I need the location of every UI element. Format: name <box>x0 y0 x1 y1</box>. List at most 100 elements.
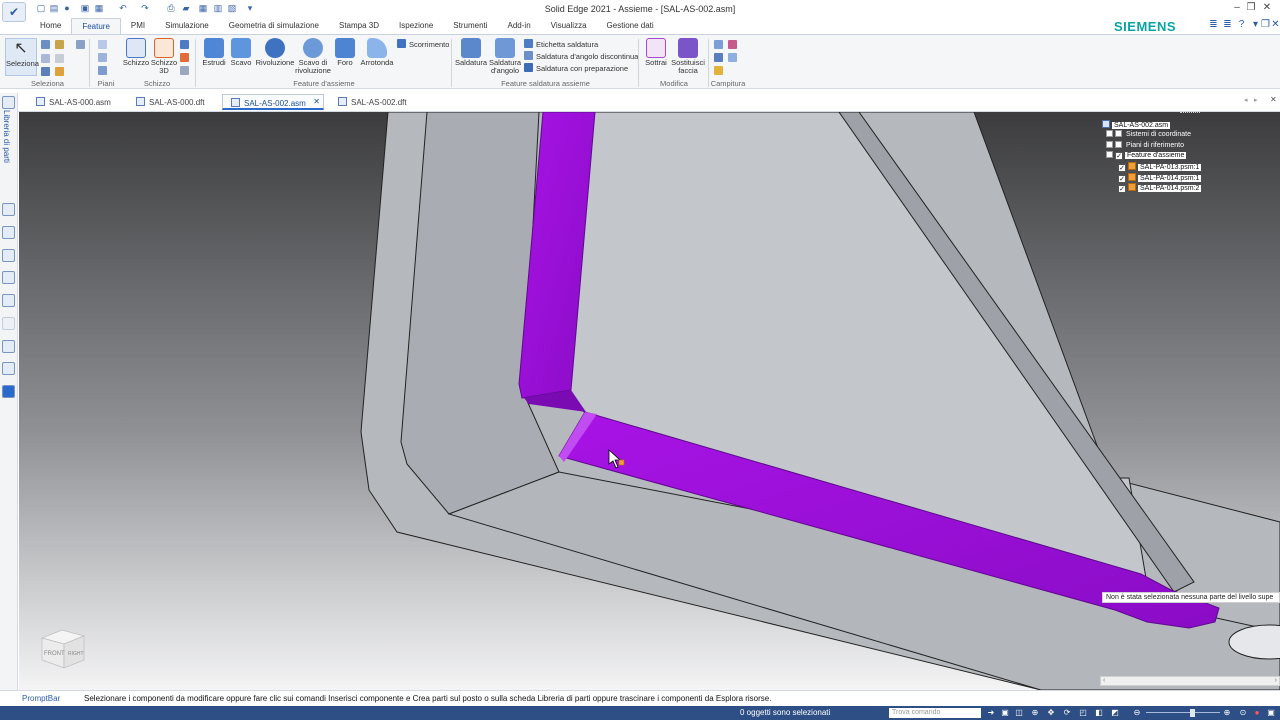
fit-view-icon[interactable]: ▣ <box>1000 708 1010 718</box>
settings-icon[interactable] <box>2 385 15 398</box>
tab-pmi[interactable]: PMI <box>121 18 155 34</box>
tab-gestione-dati[interactable]: Gestione dati <box>597 18 664 34</box>
coincident-plane-icon[interactable] <box>98 53 107 62</box>
expand-icon[interactable] <box>1106 141 1113 148</box>
view-orientation-icon[interactable]: ◰ <box>1078 708 1088 718</box>
tab-add-in[interactable]: Add-in <box>498 18 541 34</box>
sweep-button[interactable]: Scorrimento <box>397 39 449 49</box>
weld-button[interactable]: Saldatura <box>455 38 487 67</box>
rotate-icon[interactable]: ⟳ <box>1062 708 1072 718</box>
pathfinder-root[interactable]: SAL-AS-002.asm <box>1102 120 1171 130</box>
visibility-checkbox[interactable]: ✓ <box>1115 152 1123 160</box>
fillet-weld-button[interactable]: Saldatura d'angolo <box>488 38 522 75</box>
selection-manager-icon[interactable] <box>55 54 64 63</box>
zoom-area-icon[interactable]: ◫ <box>1014 708 1024 718</box>
sketch-button[interactable]: Schizzo <box>122 38 150 67</box>
close-all-tabs-icon[interactable]: ✕ <box>1270 95 1277 104</box>
visibility-checkbox[interactable]: ✓ <box>1118 164 1126 172</box>
hatch-edit-icon[interactable] <box>728 40 737 49</box>
visibility-checkbox[interactable]: ✓ <box>1118 185 1126 193</box>
status-options-icon[interactable]: ▣ <box>1266 708 1276 718</box>
scroll-tabs-right-icon[interactable]: ▸ <box>1254 96 1258 104</box>
lock-icon[interactable] <box>55 40 64 49</box>
round-button[interactable]: Arrotonda <box>360 38 394 67</box>
doc-close-icon[interactable]: ✕ <box>1270 19 1280 30</box>
sketch-3d-button[interactable]: Schizzo 3D <box>150 38 178 75</box>
include-icon[interactable] <box>180 53 189 62</box>
scroll-right-icon[interactable]: › <box>1275 677 1277 684</box>
parts-library-tab[interactable]: Libreria di parti <box>2 110 11 163</box>
tab-strumenti[interactable]: Strumenti <box>443 18 497 34</box>
hole-button[interactable]: Foro <box>334 38 356 67</box>
fill-icon[interactable] <box>714 66 723 75</box>
pin-icon[interactable]: ⊙ <box>1238 708 1248 718</box>
minimize-icon[interactable]: – <box>1230 2 1244 14</box>
pattern-icon[interactable] <box>714 53 723 62</box>
color-icon[interactable] <box>2 294 15 307</box>
plane-icon[interactable] <box>98 40 107 49</box>
filter-icon[interactable] <box>41 54 50 63</box>
parallel-plane-icon[interactable] <box>98 66 107 75</box>
extrude-button[interactable]: Estrudi <box>200 38 228 67</box>
tab-simulazione[interactable]: Simulazione <box>155 18 219 34</box>
expand-icon[interactable] <box>1106 130 1113 137</box>
record-status-icon[interactable]: ● <box>1252 708 1262 718</box>
visibility-checkbox[interactable] <box>1115 130 1122 137</box>
tab-visualizza[interactable]: Visualizza <box>541 18 597 34</box>
family-icon[interactable] <box>2 271 15 284</box>
link-icon[interactable] <box>2 317 15 330</box>
close-window-icon[interactable]: ✕ <box>1260 2 1274 14</box>
revolve-button[interactable]: Rivoluzione <box>254 38 296 67</box>
zoom-slider[interactable] <box>1146 712 1220 713</box>
replace-face-button[interactable]: Sostituisci faccia <box>670 38 706 75</box>
planes-button[interactable]: Piani <box>92 79 120 88</box>
zoom-select-icon[interactable] <box>76 40 85 49</box>
graphics-viewport[interactable] <box>19 112 1280 690</box>
view-icon[interactable] <box>2 340 15 353</box>
viewport-scrollbar[interactable]: ‹ › <box>1100 676 1280 686</box>
pathfinder-item[interactable]: ✓ Feature d'assieme <box>1106 151 1187 161</box>
visibility-checkbox[interactable] <box>1115 141 1122 148</box>
pathfinder-part[interactable]: ✓ SAL-PA-014.psm:2 <box>1118 183 1202 193</box>
subtract-button[interactable]: Sottrai <box>642 38 670 67</box>
pathfinder-part[interactable]: ✓ SAL-PA-014.psm:1 <box>1118 173 1202 183</box>
tree-icon[interactable] <box>2 362 15 375</box>
select-button[interactable]: ↖ Seleziona <box>5 38 39 76</box>
pan-icon[interactable]: ✥ <box>1046 708 1056 718</box>
expand-icon[interactable] <box>1106 151 1113 158</box>
groove-weld-button[interactable]: Saldatura con preparazione <box>524 63 628 73</box>
pattern-edit-icon[interactable] <box>728 53 737 62</box>
options-icon[interactable]: ≣ <box>1208 19 1219 30</box>
sensors-icon[interactable] <box>2 249 15 262</box>
project-icon[interactable] <box>180 40 189 49</box>
tab-geometria-simulazione[interactable]: Geometria di simulazione <box>219 18 329 34</box>
zoom-in-icon[interactable]: ⊕ <box>1222 708 1232 718</box>
group-icon[interactable] <box>41 67 50 76</box>
cut-button[interactable]: Scavo <box>228 38 254 67</box>
search-go-icon[interactable]: ➜ <box>986 708 996 718</box>
layers-icon[interactable] <box>2 226 15 239</box>
pathfinder-item[interactable]: Sistemi di coordinate <box>1106 130 1193 140</box>
library-icon[interactable] <box>2 96 15 109</box>
highlight-icon[interactable] <box>55 67 64 76</box>
visibility-checkbox[interactable]: ✓ <box>1118 175 1126 183</box>
layout-icon[interactable]: ≣ <box>1222 19 1233 30</box>
pathfinder-icon[interactable] <box>2 203 15 216</box>
help-icon[interactable]: ? <box>1236 19 1247 30</box>
restore-icon[interactable]: ❐ <box>1244 2 1258 14</box>
select-tool-icon[interactable] <box>41 40 50 49</box>
pathfinder-item[interactable]: Piani di riferimento <box>1106 141 1186 151</box>
scroll-tabs-left-icon[interactable]: ◂ <box>1244 96 1248 104</box>
zoom-icon[interactable]: ⊕ <box>1030 708 1040 718</box>
tab-stampa-3d[interactable]: Stampa 3D <box>329 18 389 34</box>
weld-label-button[interactable]: Etichetta saldatura <box>524 39 598 49</box>
zoom-slider-thumb[interactable] <box>1190 709 1195 717</box>
doc-tab-sal-as-000-dft[interactable]: SAL-AS-000.dft <box>128 94 213 110</box>
close-tab-icon[interactable]: ✕ <box>313 97 320 106</box>
tab-home[interactable]: Home <box>30 18 71 34</box>
trim-icon[interactable] <box>180 66 189 75</box>
pathfinder-part[interactable]: ✓ SAL-PA-013.psm:1 <box>1118 162 1202 172</box>
zoom-out-icon[interactable]: ⊖ <box>1132 708 1142 718</box>
hatch-icon[interactable] <box>714 40 723 49</box>
find-command-input[interactable]: Trova comando <box>889 708 981 718</box>
